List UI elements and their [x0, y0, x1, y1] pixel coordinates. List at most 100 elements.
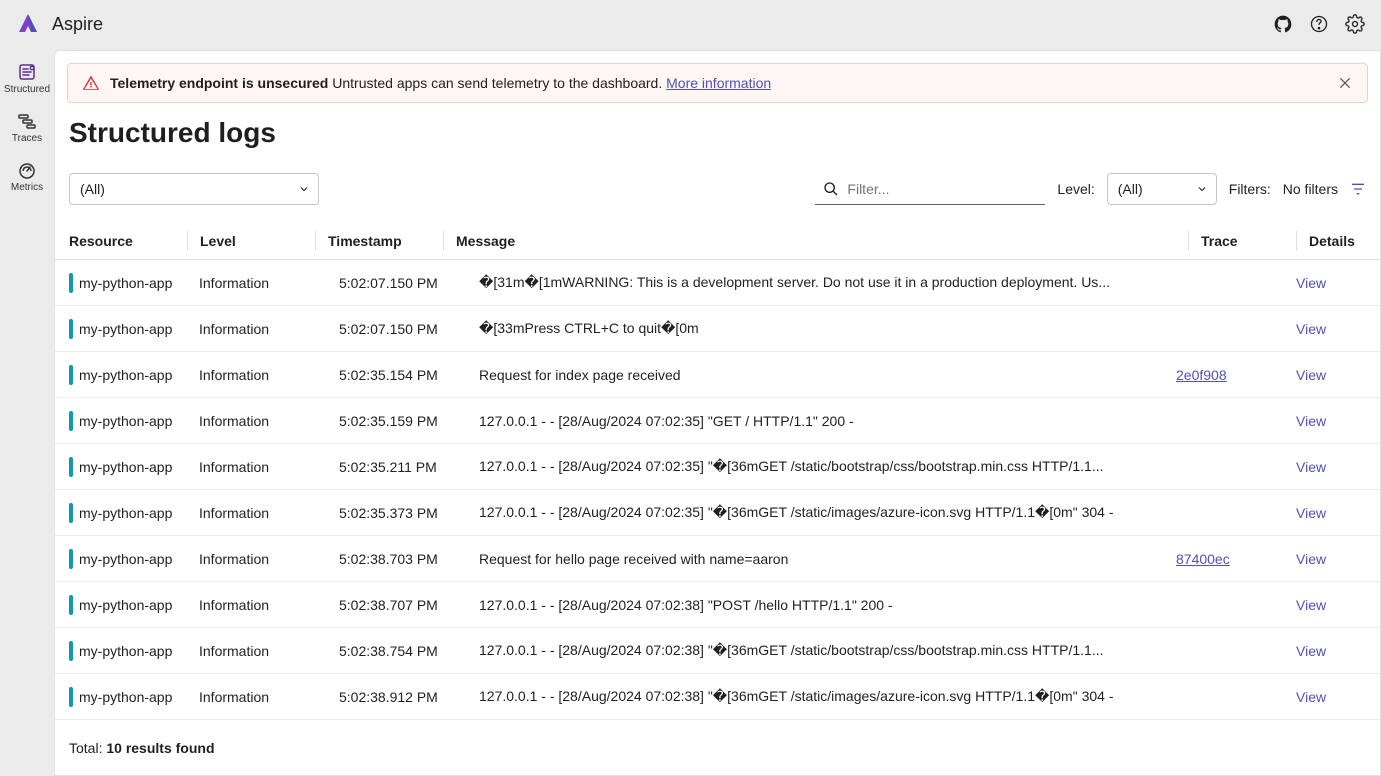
th-level[interactable]: Level [187, 231, 327, 251]
table-row: my-python-app Information 5:02:38.703 PM… [55, 536, 1380, 582]
cell-details: View [1296, 413, 1366, 429]
view-link[interactable]: View [1296, 597, 1326, 613]
table-row: my-python-app Information 5:02:35.373 PM… [55, 490, 1380, 536]
table-row: my-python-app Information 5:02:38.754 PM… [55, 628, 1380, 674]
cell-level: Information [199, 275, 339, 291]
github-icon[interactable] [1273, 14, 1293, 34]
cell-details: View [1296, 551, 1366, 567]
view-link[interactable]: View [1296, 459, 1326, 475]
level-filter-dropdown[interactable]: (All) [1107, 173, 1217, 205]
warning-link[interactable]: More information [666, 75, 771, 91]
cell-timestamp: 5:02:38.707 PM [339, 597, 479, 613]
chevron-down-icon [298, 183, 310, 195]
th-trace[interactable]: Trace [1188, 231, 1308, 251]
resource-indicator [69, 411, 73, 431]
view-link[interactable]: View [1296, 321, 1326, 337]
table-row: my-python-app Information 5:02:38.707 PM… [55, 582, 1380, 628]
resource-indicator [69, 641, 73, 661]
sidebar-item-metrics[interactable]: Metrics [0, 152, 54, 201]
view-link[interactable]: View [1296, 367, 1326, 383]
th-message[interactable]: Message [443, 231, 1200, 251]
topbar-actions [1273, 14, 1365, 34]
cell-resource: my-python-app [69, 457, 199, 477]
table-row: my-python-app Information 5:02:35.154 PM… [55, 352, 1380, 398]
cell-level: Information [199, 597, 339, 613]
resource-filter-dropdown[interactable]: (All) [69, 173, 319, 205]
cell-resource: my-python-app [69, 273, 199, 293]
dropdown-value: (All) [80, 181, 105, 197]
cell-trace: 87400ec [1176, 551, 1296, 567]
close-icon[interactable] [1337, 75, 1353, 91]
sidebar-item-traces[interactable]: Traces [0, 103, 54, 152]
cell-resource: my-python-app [69, 549, 199, 569]
view-link[interactable]: View [1296, 275, 1326, 291]
cell-timestamp: 5:02:07.150 PM [339, 275, 479, 291]
aspire-logo-icon [16, 12, 40, 36]
cell-level: Information [199, 367, 339, 383]
cell-message: �[31m�[1mWARNING: This is a development … [479, 274, 1176, 291]
cell-message: �[33mPress CTRL+C to quit�[0m [479, 320, 1176, 337]
cell-level: Information [199, 643, 339, 659]
cell-details: View [1296, 321, 1366, 337]
topbar: Aspire [0, 0, 1381, 48]
footer-prefix: Total: [69, 740, 106, 756]
cell-message: 127.0.0.1 - - [28/Aug/2024 07:02:35] "GE… [479, 413, 1176, 429]
view-link[interactable]: View [1296, 689, 1326, 705]
table-row: my-python-app Information 5:02:38.912 PM… [55, 674, 1380, 720]
app-title: Aspire [52, 14, 1273, 35]
sidebar-label: Structured [4, 84, 50, 95]
settings-icon[interactable] [1345, 14, 1365, 34]
cell-resource: my-python-app [69, 319, 199, 339]
view-link[interactable]: View [1296, 505, 1326, 521]
structured-icon [17, 62, 37, 82]
warning-bold: Telemetry endpoint is unsecured [110, 75, 328, 91]
trace-link[interactable]: 2e0f908 [1176, 367, 1227, 383]
cell-timestamp: 5:02:38.754 PM [339, 643, 479, 659]
cell-resource: my-python-app [69, 687, 199, 707]
cell-timestamp: 5:02:35.154 PM [339, 367, 479, 383]
cell-message: 127.0.0.1 - - [28/Aug/2024 07:02:35] "�[… [479, 458, 1176, 475]
view-link[interactable]: View [1296, 643, 1326, 659]
cell-timestamp: 5:02:07.150 PM [339, 321, 479, 337]
table-header: Resource Level Timestamp Message Trace D… [55, 223, 1380, 260]
table-row: my-python-app Information 5:02:07.150 PM… [55, 306, 1380, 352]
search-icon [823, 181, 839, 197]
trace-link[interactable]: 87400ec [1176, 551, 1230, 567]
cell-timestamp: 5:02:38.703 PM [339, 551, 479, 567]
cell-trace: 2e0f908 [1176, 367, 1296, 383]
table-footer: Total: 10 results found [55, 720, 1380, 776]
th-resource[interactable]: Resource [69, 231, 199, 251]
search-input[interactable] [847, 181, 1037, 197]
warning-banner: Telemetry endpoint is unsecured Untruste… [67, 63, 1368, 103]
search-box[interactable] [815, 173, 1045, 205]
view-link[interactable]: View [1296, 551, 1326, 567]
cell-details: View [1296, 367, 1366, 383]
th-details[interactable]: Details [1296, 231, 1366, 251]
cell-resource: my-python-app [69, 503, 199, 523]
cell-timestamp: 5:02:35.211 PM [339, 459, 479, 475]
sidebar: Structured Traces Metrics [0, 48, 54, 776]
cell-message: Request for index page received [479, 367, 1176, 383]
page-title: Structured logs [69, 117, 1366, 149]
cell-timestamp: 5:02:38.912 PM [339, 689, 479, 705]
warning-body: Untrusted apps can send telemetry to the… [328, 75, 666, 91]
table-row: my-python-app Information 5:02:35.159 PM… [55, 398, 1380, 444]
th-timestamp[interactable]: Timestamp [315, 231, 455, 251]
table-row: my-python-app Information 5:02:35.211 PM… [55, 444, 1380, 490]
cell-resource: my-python-app [69, 365, 199, 385]
cell-message: 127.0.0.1 - - [28/Aug/2024 07:02:38] "PO… [479, 597, 1176, 613]
view-link[interactable]: View [1296, 413, 1326, 429]
sidebar-label: Metrics [11, 182, 43, 193]
cell-details: View [1296, 689, 1366, 705]
resource-indicator [69, 503, 73, 523]
filter-icon[interactable] [1350, 181, 1366, 197]
resource-indicator [69, 595, 73, 615]
cell-timestamp: 5:02:35.373 PM [339, 505, 479, 521]
help-icon[interactable] [1309, 14, 1329, 34]
cell-level: Information [199, 505, 339, 521]
logs-table: Resource Level Timestamp Message Trace D… [55, 223, 1380, 720]
filters-label: Filters: [1229, 181, 1271, 197]
cell-level: Information [199, 551, 339, 567]
sidebar-item-structured[interactable]: Structured [0, 54, 54, 103]
cell-details: View [1296, 597, 1366, 613]
